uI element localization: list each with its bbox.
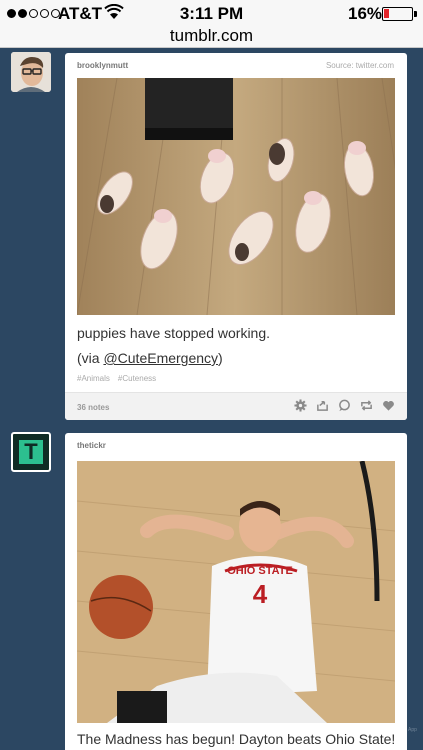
blog-avatar-thetickr[interactable]: T: [11, 432, 51, 472]
gear-icon[interactable]: [294, 399, 307, 412]
tag-link[interactable]: #Animals: [77, 374, 110, 383]
post-caption: The Madness has begun! Dayton beats Ohio…: [77, 731, 396, 747]
post-photo-puppies[interactable]: [76, 77, 407, 316]
via-suffix: ): [218, 350, 223, 366]
post-tags: #Animals #Cuteness: [77, 374, 156, 383]
heart-icon[interactable]: [382, 399, 395, 412]
post-actions: [294, 399, 395, 412]
post-card: brooklynmutt Source: twitter.com puppies…: [65, 53, 407, 420]
watermark: App: [408, 727, 417, 733]
blog-name-link[interactable]: brooklynmutt: [77, 61, 128, 70]
post-footer: 36 notes: [65, 392, 407, 420]
reply-icon[interactable]: [338, 399, 351, 412]
via-link[interactable]: @CuteEmergency: [103, 350, 218, 366]
blog-name-link[interactable]: thetickr: [77, 441, 106, 450]
via-prefix: (via: [77, 350, 104, 366]
browser-top-bar: AT&T 3:11 PM 16% tumblr.com: [0, 0, 423, 48]
status-bar: AT&T 3:11 PM 16%: [0, 0, 423, 26]
jersey-number: 4: [253, 579, 268, 609]
tickr-logo: T: [19, 440, 43, 464]
reblog-icon[interactable]: [360, 399, 373, 412]
battery-icon: [382, 7, 417, 21]
address-bar[interactable]: tumblr.com: [0, 26, 423, 46]
share-icon[interactable]: [316, 399, 329, 412]
person-avatar-icon: [11, 52, 51, 92]
blog-avatar-brooklynmutt[interactable]: [11, 52, 51, 92]
via-line: (via @CuteEmergency): [77, 350, 223, 366]
source-link[interactable]: Source: twitter.com: [326, 61, 394, 70]
notes-count[interactable]: 36 notes: [77, 403, 109, 412]
post-photo-basketball-player[interactable]: OHIO STATE 4: [76, 460, 396, 723]
jersey-text: OHIO STATE: [227, 565, 293, 577]
battery-percent: 16%: [348, 4, 383, 23]
post-caption: puppies have stopped working.: [77, 325, 271, 341]
tag-link[interactable]: #Cuteness: [118, 374, 156, 383]
post-card: thetickr OHIO STATE 4 The Madness has be…: [65, 433, 407, 750]
